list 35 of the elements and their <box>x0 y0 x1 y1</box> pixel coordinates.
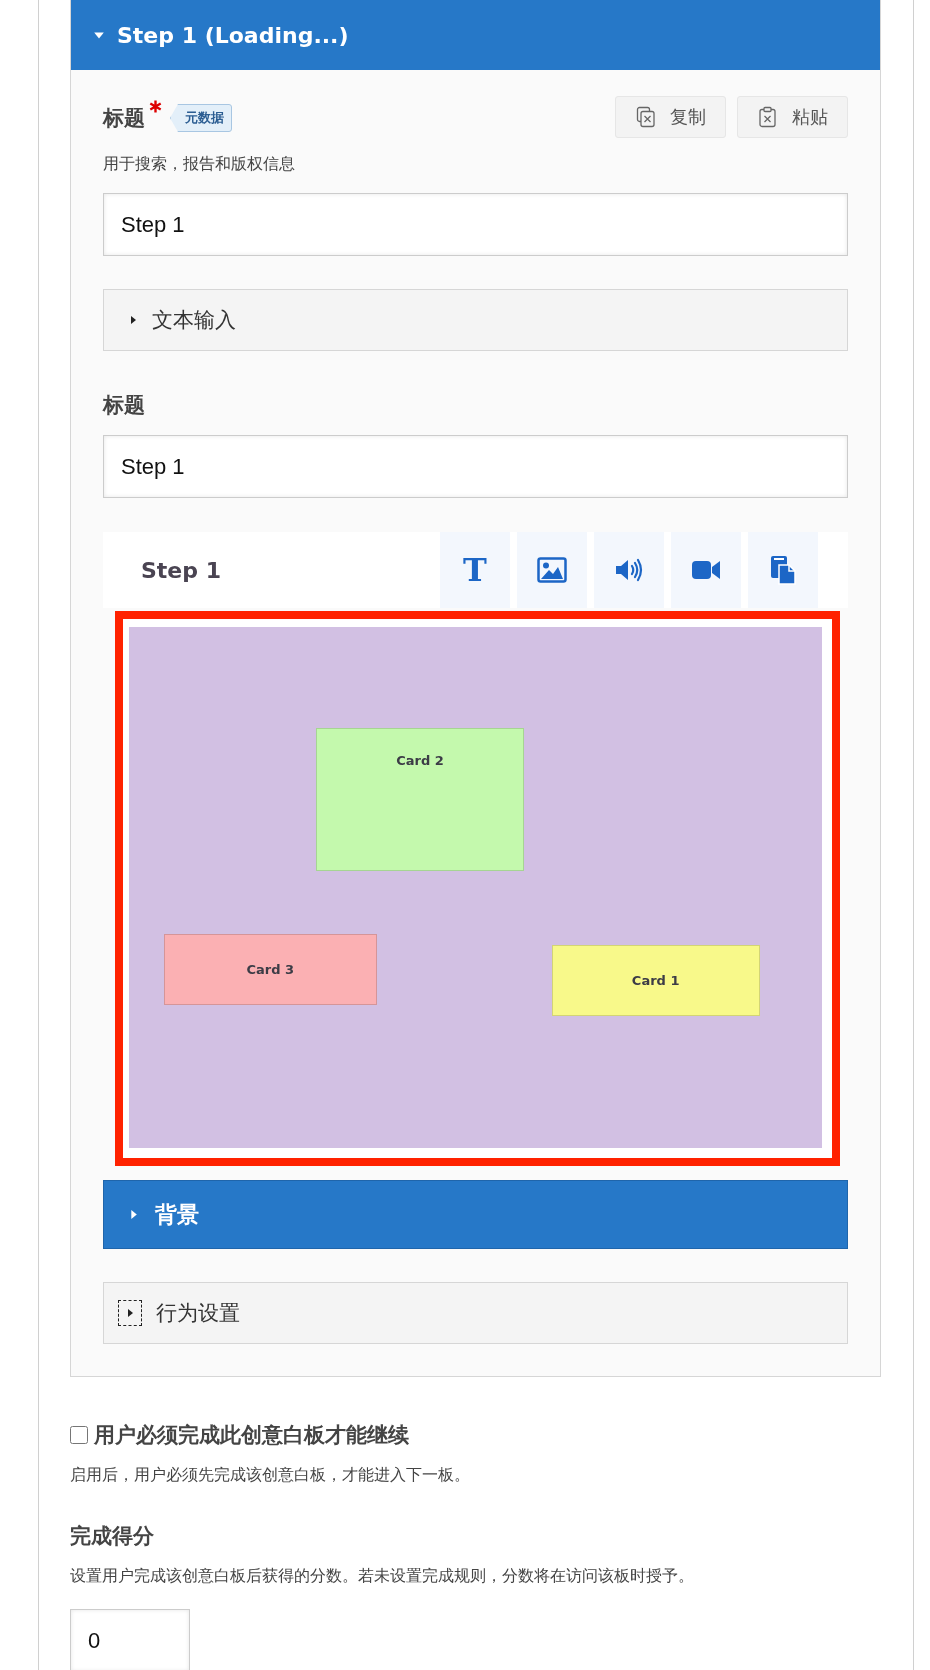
field-label: 标题 <box>103 105 145 132</box>
background-section[interactable]: 背景 <box>103 1180 848 1249</box>
paste-button[interactable]: 粘贴 <box>737 96 848 138</box>
score-input[interactable]: 0 <box>70 1609 190 1670</box>
card[interactable]: Card 3 <box>163 934 378 1006</box>
image-icon <box>537 557 567 583</box>
card[interactable]: Card 2 <box>316 728 524 871</box>
checkbox[interactable] <box>70 1426 88 1444</box>
audio-tool-button[interactable] <box>594 532 664 608</box>
editor-title: Step 1 <box>141 557 221 583</box>
text-input-section[interactable]: 文本输入 <box>103 289 848 351</box>
metadata-tag: 元数据 <box>170 104 232 132</box>
caret-icon <box>128 315 138 325</box>
caret-icon <box>128 1209 139 1220</box>
panel-header[interactable]: Step 1 (Loading...) <box>71 0 880 70</box>
checkbox-hint: 启用后，用户必须先完成该创意白板，才能进入下一板。 <box>70 1465 471 1486</box>
speaker-icon <box>615 558 643 582</box>
copy-icon <box>635 106 656 128</box>
field-label: 标题 <box>103 392 146 419</box>
field-hint: 用于搜索，报告和版权信息 <box>103 154 296 175</box>
clipboard-icon <box>757 106 778 128</box>
text-tool-button[interactable]: T <box>440 532 510 608</box>
behaviour-section[interactable]: 行为设置 <box>103 1282 848 1344</box>
heading-input[interactable]: Step 1 <box>103 435 848 498</box>
field-hint: 设置用户完成该创意白板后获得的分数。若未设置完成规则，分数将在访问该板时授予。 <box>70 1566 695 1587</box>
image-tool-button[interactable] <box>517 532 587 608</box>
checkbox-label: 用户必须完成此创意白板才能继续 <box>94 1422 409 1449</box>
card[interactable]: Card 1 <box>551 944 760 1016</box>
title-input[interactable]: Step 1 <box>103 193 848 256</box>
video-camera-icon <box>691 559 721 581</box>
copy-button[interactable]: 复制 <box>615 96 726 138</box>
video-tool-button[interactable] <box>671 532 741 608</box>
paste-tool-button[interactable] <box>748 532 818 608</box>
field-label: 完成得分 <box>70 1523 155 1550</box>
paste-icon <box>770 555 796 585</box>
